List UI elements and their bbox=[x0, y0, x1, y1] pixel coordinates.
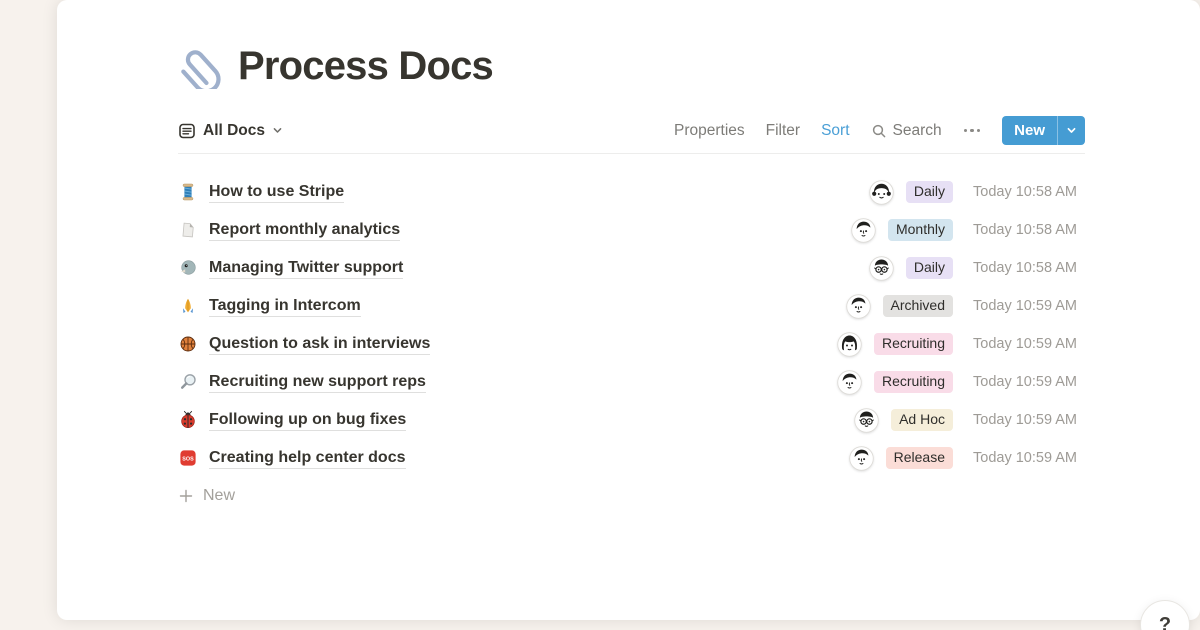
help-button-label: ? bbox=[1159, 614, 1171, 630]
person-tag-cell[interactable]: Daily bbox=[783, 256, 953, 281]
tag-badge[interactable]: Recruiting bbox=[874, 333, 953, 356]
basketball-icon bbox=[178, 334, 198, 354]
tag-badge[interactable]: Daily bbox=[906, 181, 953, 204]
tag-badge[interactable]: Release bbox=[886, 447, 953, 470]
magnifying-glass-icon bbox=[178, 372, 198, 392]
avatar bbox=[849, 446, 874, 471]
tag-badge[interactable]: Monthly bbox=[888, 219, 953, 242]
sos-button-icon: SOS bbox=[178, 448, 198, 468]
doc-title-link[interactable]: Managing Twitter support bbox=[209, 258, 403, 279]
page-card: Process Docs All Docs Proper bbox=[57, 0, 1200, 620]
edited-time: Today 10:59 AM bbox=[973, 374, 1085, 390]
svg-text:SOS: SOS bbox=[182, 456, 194, 462]
avatar bbox=[869, 256, 894, 281]
thread-spool-icon bbox=[178, 182, 198, 202]
properties-button[interactable]: Properties bbox=[674, 122, 745, 140]
table-row[interactable]: Managing Twitter support Daily Today 10:… bbox=[178, 249, 1085, 287]
person-tag-cell[interactable]: Recruiting bbox=[783, 370, 953, 395]
chevron-down-icon bbox=[272, 125, 283, 136]
toolbar-actions: Properties Filter Sort Search New bbox=[674, 116, 1085, 145]
tag-badge[interactable]: Recruiting bbox=[874, 371, 953, 394]
view-selector[interactable]: All Docs bbox=[178, 122, 283, 140]
avatar bbox=[851, 218, 876, 243]
bird-icon bbox=[178, 258, 198, 278]
doc-title-link[interactable]: Creating help center docs bbox=[209, 448, 406, 469]
table-row[interactable]: Tagging in Intercom Archived Today 10:59… bbox=[178, 287, 1085, 325]
search-button[interactable]: Search bbox=[871, 122, 942, 140]
search-icon bbox=[871, 123, 887, 139]
bookmark-tabs-icon bbox=[178, 220, 198, 240]
table-row[interactable]: Recruiting new support reps Recruiting T… bbox=[178, 363, 1085, 401]
page-title: Process Docs bbox=[238, 42, 493, 90]
doc-title-link[interactable]: Recruiting new support reps bbox=[209, 372, 426, 393]
table-row[interactable]: Following up on bug fixes Ad Hoc Today 1… bbox=[178, 401, 1085, 439]
person-tag-cell[interactable]: Ad Hoc bbox=[783, 408, 953, 433]
tag-badge[interactable]: Ad Hoc bbox=[891, 409, 953, 432]
database-toolbar: All Docs Properties Filter Sort bbox=[178, 116, 1085, 154]
sort-button[interactable]: Sort bbox=[821, 122, 849, 140]
tag-badge[interactable]: Archived bbox=[883, 295, 953, 318]
edited-time: Today 10:59 AM bbox=[973, 450, 1085, 466]
tag-badge[interactable]: Daily bbox=[906, 257, 953, 280]
person-tag-cell[interactable]: Archived bbox=[783, 294, 953, 319]
page-header: Process Docs bbox=[178, 42, 1085, 90]
edited-time: Today 10:59 AM bbox=[973, 336, 1085, 352]
edited-time: Today 10:58 AM bbox=[973, 260, 1085, 276]
edited-time: Today 10:59 AM bbox=[973, 298, 1085, 314]
avatar bbox=[837, 332, 862, 357]
new-button-label[interactable]: New bbox=[1002, 116, 1057, 145]
table-row[interactable]: How to use Stripe Daily Today 10:58 AM bbox=[178, 173, 1085, 211]
edited-time: Today 10:59 AM bbox=[973, 412, 1085, 428]
new-row-button[interactable]: New bbox=[178, 477, 1085, 515]
person-tag-cell[interactable]: Monthly bbox=[783, 218, 953, 243]
edited-time: Today 10:58 AM bbox=[973, 222, 1085, 238]
new-dropdown-chevron-icon[interactable] bbox=[1057, 116, 1085, 145]
person-tag-cell[interactable]: Recruiting bbox=[783, 332, 953, 357]
filter-button[interactable]: Filter bbox=[766, 122, 800, 140]
avatar bbox=[846, 294, 871, 319]
more-options-icon[interactable] bbox=[963, 129, 982, 133]
folded-hands-icon bbox=[178, 296, 198, 316]
paperclip-icon[interactable] bbox=[178, 43, 224, 89]
new-button[interactable]: New bbox=[1002, 116, 1085, 145]
doc-title-link[interactable]: Report monthly analytics bbox=[209, 220, 400, 241]
search-label: Search bbox=[893, 122, 942, 140]
new-row-label: New bbox=[203, 487, 235, 505]
avatar bbox=[869, 180, 894, 205]
person-tag-cell[interactable]: Daily bbox=[783, 180, 953, 205]
person-tag-cell[interactable]: Release bbox=[783, 446, 953, 471]
table-row[interactable]: Question to ask in interviews Recruiting… bbox=[178, 325, 1085, 363]
view-label: All Docs bbox=[203, 122, 265, 140]
edited-time: Today 10:58 AM bbox=[973, 184, 1085, 200]
lady-beetle-icon bbox=[178, 410, 198, 430]
doc-title-link[interactable]: Tagging in Intercom bbox=[209, 296, 361, 317]
table-row[interactable]: Report monthly analytics Monthly Today 1… bbox=[178, 211, 1085, 249]
docs-list: How to use Stripe Daily Today 10:58 AM bbox=[178, 173, 1085, 515]
avatar bbox=[837, 370, 862, 395]
plus-icon bbox=[178, 488, 194, 504]
avatar bbox=[854, 408, 879, 433]
doc-title-link[interactable]: Question to ask in interviews bbox=[209, 334, 430, 355]
doc-title-link[interactable]: Following up on bug fixes bbox=[209, 410, 406, 431]
table-row[interactable]: SOS Creating help center docs Release To… bbox=[178, 439, 1085, 477]
list-view-icon bbox=[178, 122, 196, 140]
doc-title-link[interactable]: How to use Stripe bbox=[209, 182, 344, 203]
